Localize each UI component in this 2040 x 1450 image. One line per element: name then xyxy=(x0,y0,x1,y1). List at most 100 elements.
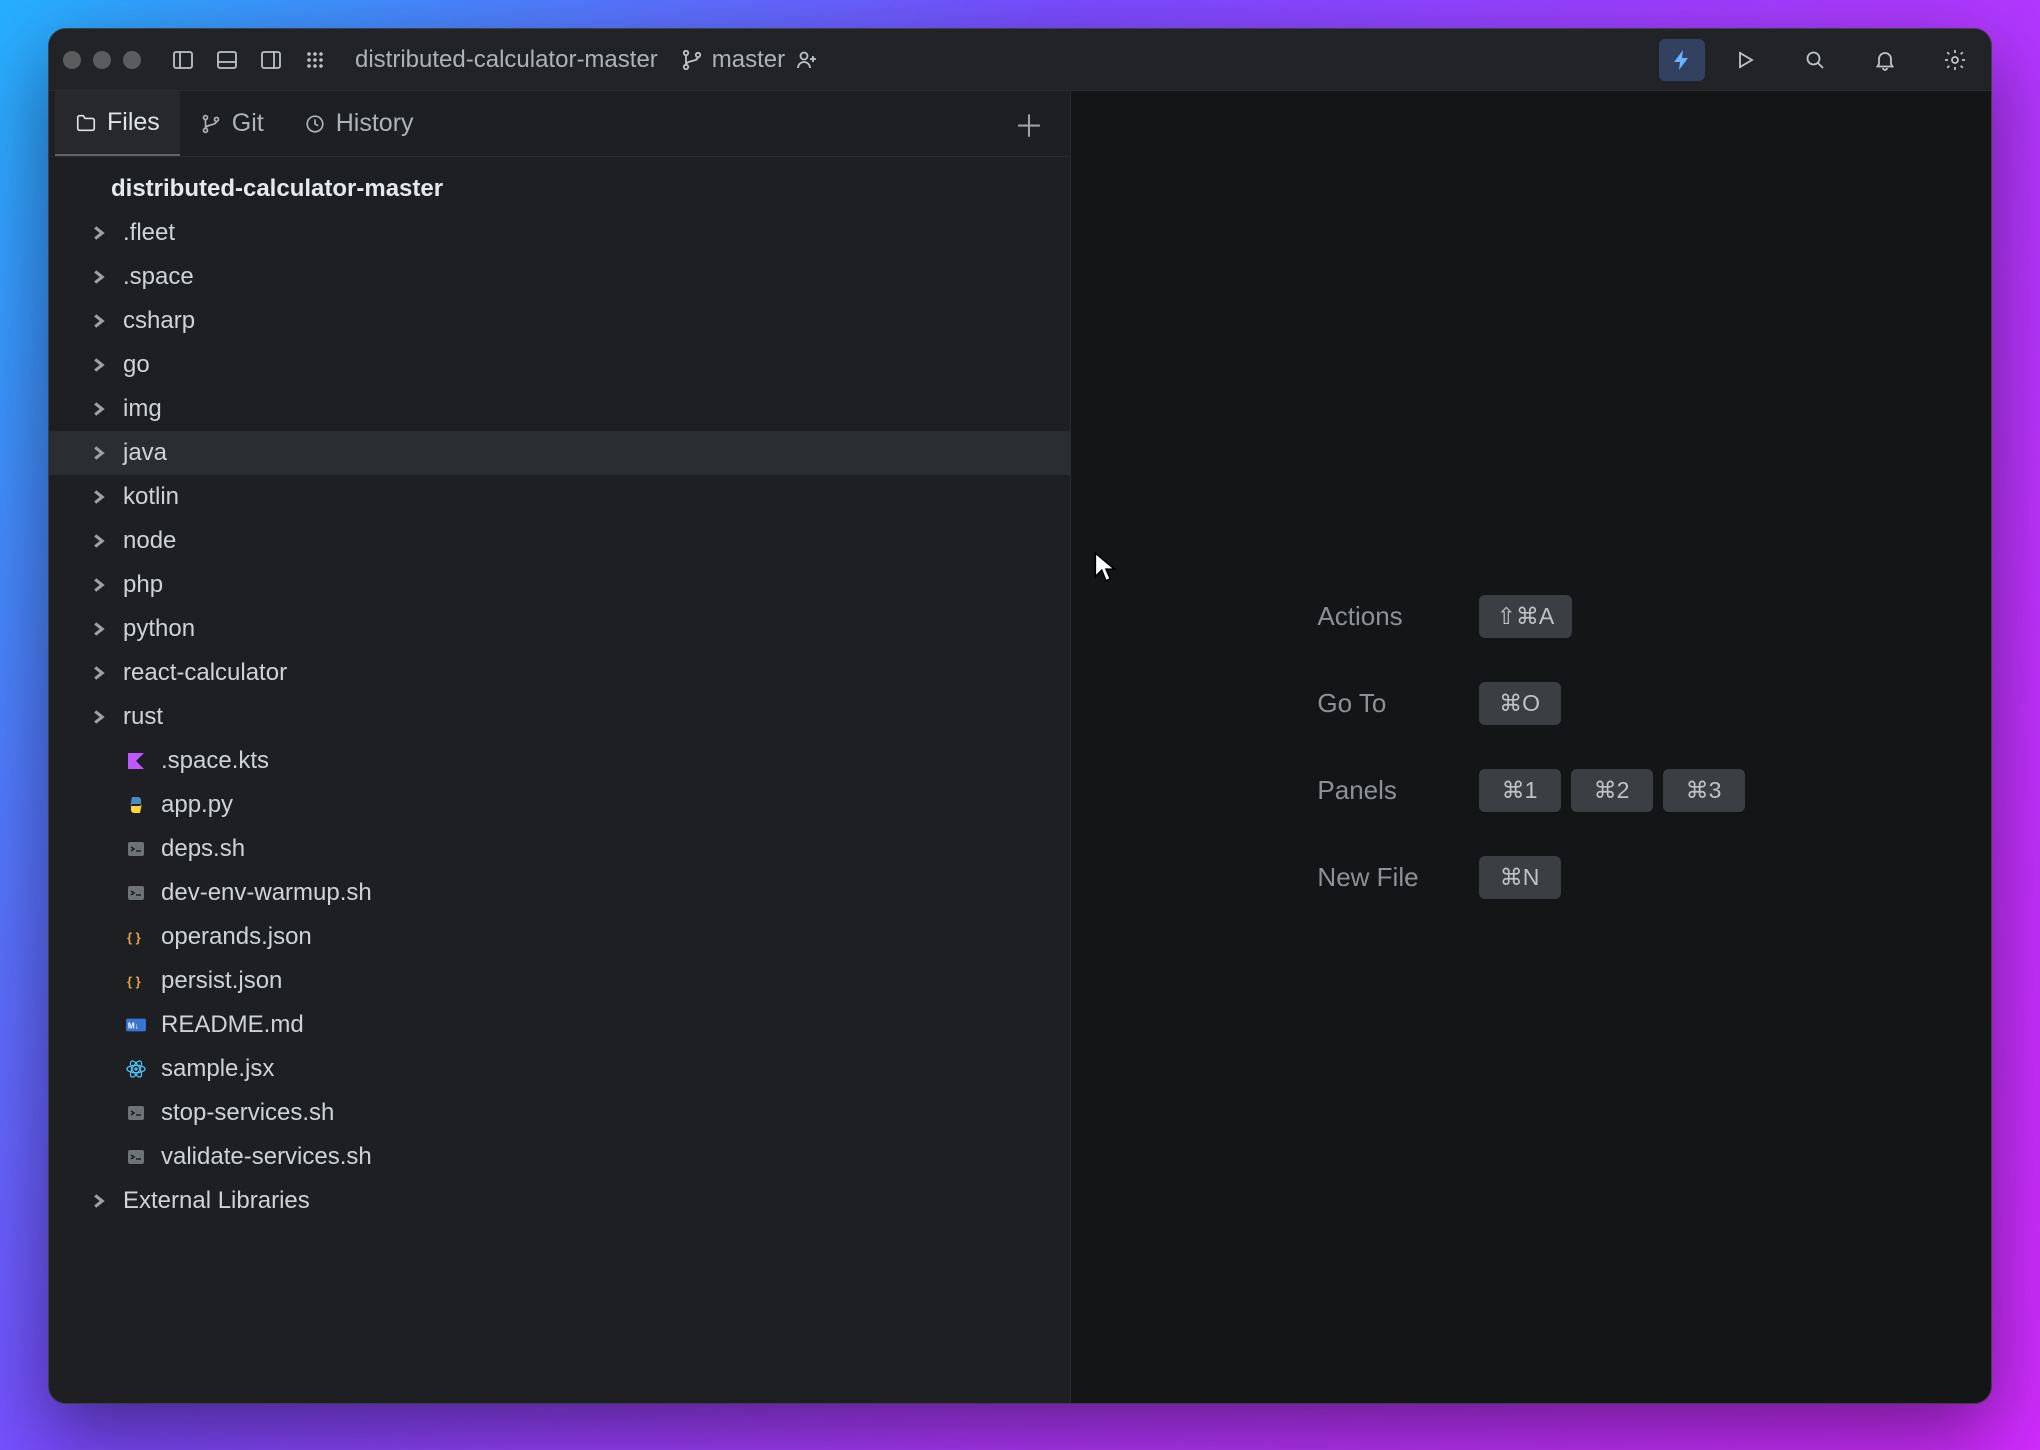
tree-folder-external-libraries[interactable]: External Libraries xyxy=(49,1179,1070,1223)
tab-git-label: Git xyxy=(232,109,264,138)
tab-files[interactable]: Files xyxy=(55,91,180,156)
tree-item-label: react-calculator xyxy=(123,659,287,687)
shortcut-panels-keys: ⌘1⌘2⌘3 xyxy=(1479,769,1745,812)
chevron-right-icon xyxy=(85,578,111,592)
svg-text:M↓: M↓ xyxy=(128,1022,139,1031)
panel-bottom-icon xyxy=(215,48,239,72)
zoom-window-button[interactable] xyxy=(123,51,141,69)
project-root[interactable]: distributed-calculator-master xyxy=(49,167,1070,211)
tree-item-label: csharp xyxy=(123,307,195,335)
bell-icon xyxy=(1873,48,1897,72)
tree-folder-kotlin[interactable]: kotlin xyxy=(49,475,1070,519)
svg-text:{ }: { } xyxy=(127,974,141,989)
shortcut-panels-label: Panels xyxy=(1317,775,1418,806)
welcome-shortcuts: Actions ⇧⌘A Go To ⌘O Panels ⌘1⌘2⌘3 New F… xyxy=(1317,595,1744,899)
sidebar: Files Git History ＋ distributed-calculat… xyxy=(49,91,1071,1403)
tab-git[interactable]: Git xyxy=(180,91,284,156)
tree-folder-img[interactable]: img xyxy=(49,387,1070,431)
git-branch-icon xyxy=(680,48,704,72)
tree-folder-php[interactable]: php xyxy=(49,563,1070,607)
close-window-button[interactable] xyxy=(63,51,81,69)
tree-item-label: img xyxy=(123,395,162,423)
chevron-right-icon xyxy=(85,622,111,636)
chevron-right-icon xyxy=(85,666,111,680)
tree-folder-go[interactable]: go xyxy=(49,343,1070,387)
shell-file-icon xyxy=(123,836,149,862)
mouse-cursor-icon xyxy=(1093,551,1119,583)
shortcut-goto-label: Go To xyxy=(1317,688,1418,719)
editor-area: Actions ⇧⌘A Go To ⌘O Panels ⌘1⌘2⌘3 New F… xyxy=(1071,91,1991,1403)
panel-right-icon xyxy=(259,48,283,72)
shortcut-actions-label: Actions xyxy=(1317,601,1418,632)
tab-history[interactable]: History xyxy=(284,91,434,156)
tree-file-dev-env-warmup-sh[interactable]: dev-env-warmup.sh xyxy=(49,871,1070,915)
tree-file-validate-services-sh[interactable]: validate-services.sh xyxy=(49,1135,1070,1179)
tab-files-label: Files xyxy=(107,108,160,137)
git-branch-selector[interactable]: master xyxy=(680,46,785,74)
tree-folder-csharp[interactable]: csharp xyxy=(49,299,1070,343)
tree-item-label: sample.jsx xyxy=(161,1055,274,1083)
add-tab-button[interactable]: ＋ xyxy=(994,102,1064,146)
bolt-icon xyxy=(1670,48,1694,72)
settings-button[interactable] xyxy=(1938,43,1972,77)
md-file-icon: M↓ xyxy=(123,1012,149,1038)
search-icon xyxy=(1803,48,1827,72)
gear-icon xyxy=(1943,48,1967,72)
shortcut-newfile-label: New File xyxy=(1317,862,1418,893)
kotlin-file-icon xyxy=(123,748,149,774)
file-tree: distributed-calculator-master .fleet .spa… xyxy=(49,157,1070,1403)
tree-folder--space[interactable]: .space xyxy=(49,255,1070,299)
tree-folder-rust[interactable]: rust xyxy=(49,695,1070,739)
svg-text:{ }: { } xyxy=(127,930,141,945)
chevron-right-icon xyxy=(85,534,111,548)
chevron-right-icon xyxy=(85,314,111,328)
tree-folder-node[interactable]: node xyxy=(49,519,1070,563)
keyboard-shortcut-key: ⌘N xyxy=(1479,856,1561,899)
chevron-right-icon xyxy=(85,446,111,460)
tree-item-label: README.md xyxy=(161,1011,304,1039)
tree-file-readme-md[interactable]: M↓ README.md xyxy=(49,1003,1070,1047)
app-grid-button[interactable] xyxy=(298,43,332,77)
tree-file-stop-services-sh[interactable]: stop-services.sh xyxy=(49,1091,1070,1135)
notifications-button[interactable] xyxy=(1868,43,1902,77)
tree-item-label: operands.json xyxy=(161,923,312,951)
toggle-right-panel-button[interactable] xyxy=(254,43,288,77)
tree-file--space-kts[interactable]: .space.kts xyxy=(49,739,1070,783)
tree-folder-java[interactable]: java xyxy=(49,431,1070,475)
tab-history-label: History xyxy=(336,109,414,138)
toggle-bottom-panel-button[interactable] xyxy=(210,43,244,77)
tree-file-deps-sh[interactable]: deps.sh xyxy=(49,827,1070,871)
keyboard-shortcut-key: ⌘3 xyxy=(1663,769,1745,812)
chevron-right-icon xyxy=(85,1194,111,1208)
tree-folder--fleet[interactable]: .fleet xyxy=(49,211,1070,255)
python-file-icon xyxy=(123,792,149,818)
tree-file-persist-json[interactable]: { }persist.json xyxy=(49,959,1070,1003)
search-button[interactable] xyxy=(1798,43,1832,77)
react-file-icon xyxy=(123,1056,149,1082)
smart-mode-button[interactable] xyxy=(1659,39,1705,81)
tree-file-operands-json[interactable]: { } operands.json xyxy=(49,915,1070,959)
tree-folder-react-calculator[interactable]: react-calculator xyxy=(49,651,1070,695)
collaborate-button[interactable] xyxy=(790,43,824,77)
keyboard-shortcut-key: ⌘1 xyxy=(1479,769,1561,812)
tree-item-label: go xyxy=(123,351,150,379)
tree-item-label: deps.sh xyxy=(161,835,245,863)
run-button[interactable] xyxy=(1728,43,1762,77)
tree-item-label: rust xyxy=(123,703,163,731)
tree-file-sample-jsx[interactable]: sample.jsx xyxy=(49,1047,1070,1091)
tree-item-label: php xyxy=(123,571,163,599)
minimize-window-button[interactable] xyxy=(93,51,111,69)
shortcut-goto-keys: ⌘O xyxy=(1479,682,1745,725)
chevron-right-icon xyxy=(85,226,111,240)
sidebar-tabs: Files Git History ＋ xyxy=(49,91,1070,157)
grid-icon xyxy=(303,48,327,72)
toggle-left-panel-button[interactable] xyxy=(166,43,200,77)
tree-item-label: validate-services.sh xyxy=(161,1143,372,1171)
tree-file-app-py[interactable]: app.py xyxy=(49,783,1070,827)
shell-file-icon xyxy=(123,1100,149,1126)
tree-item-label: .space xyxy=(123,263,194,291)
tree-item-label: python xyxy=(123,615,195,643)
external-libraries-label: External Libraries xyxy=(123,1187,310,1215)
tree-folder-python[interactable]: python xyxy=(49,607,1070,651)
project-name[interactable]: distributed-calculator-master xyxy=(355,46,658,74)
